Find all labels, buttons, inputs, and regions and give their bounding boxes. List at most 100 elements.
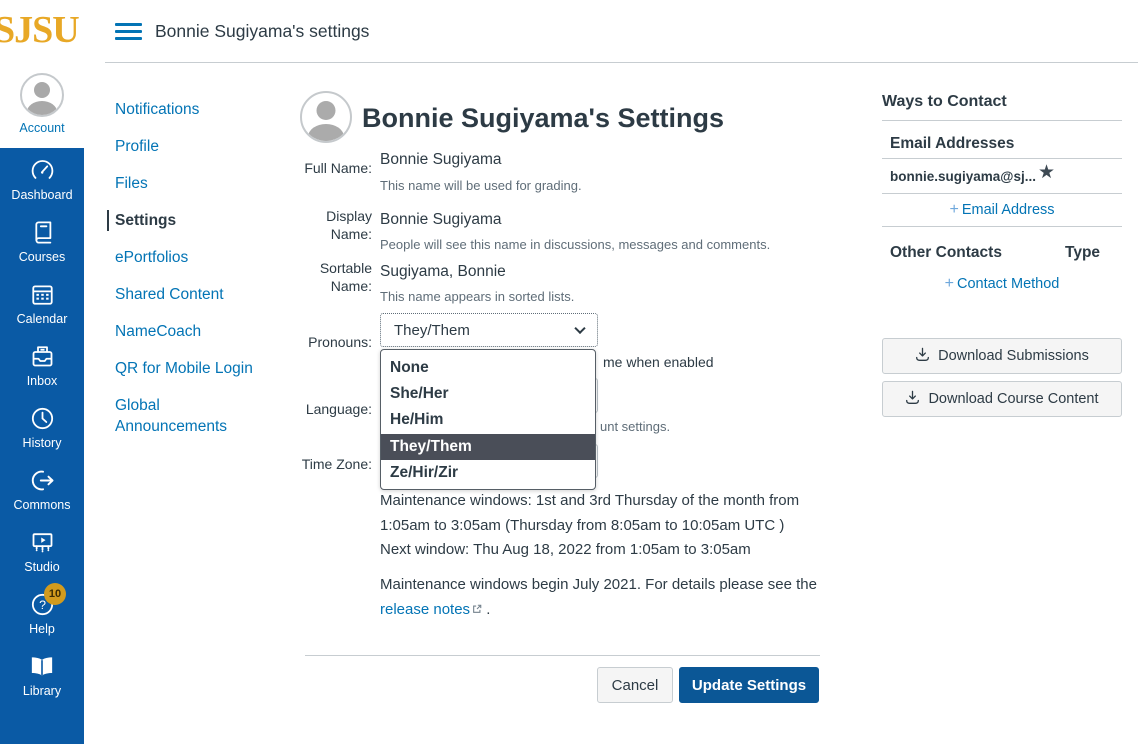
download-icon bbox=[905, 390, 920, 409]
add-email-address-link[interactable]: +Email Address bbox=[882, 201, 1122, 219]
top-bar: Bonnie Sugiyama's settings bbox=[84, 0, 1138, 63]
download-course-content-button[interactable]: Download Course Content bbox=[882, 381, 1122, 417]
pronoun-option-she-her[interactable]: She/Her bbox=[381, 381, 595, 407]
dashboard-icon bbox=[29, 157, 56, 184]
pronoun-option-they-them[interactable]: They/Them bbox=[381, 434, 595, 460]
maintenance-line1: Maintenance windows: 1st and 3rd Thursda… bbox=[380, 492, 799, 534]
plus-icon: + bbox=[945, 275, 954, 292]
settings-nav-shared-content[interactable]: Shared Content bbox=[107, 284, 285, 305]
sidebar-item-label: Dashboard bbox=[11, 188, 72, 202]
download-submissions-button[interactable]: Download Submissions bbox=[882, 338, 1122, 374]
brand-logo[interactable]: SJSU bbox=[0, 0, 84, 60]
settings-main: Bonnie Sugiyama's Settings Full Name: Bo… bbox=[300, 85, 865, 725]
settings-heading: Bonnie Sugiyama's Settings bbox=[362, 103, 724, 134]
courses-icon bbox=[29, 219, 56, 246]
default-email-star-icon[interactable]: ★ bbox=[1038, 161, 1055, 184]
form-divider bbox=[305, 655, 820, 656]
maintenance-line2: Next window: Thu Aug 18, 2022 from 1:05a… bbox=[380, 538, 832, 563]
plus-icon: + bbox=[949, 201, 958, 218]
add-email-label: Email Address bbox=[962, 202, 1055, 218]
download-course-content-label: Download Course Content bbox=[928, 391, 1098, 407]
settings-nav-notifications[interactable]: Notifications bbox=[107, 99, 285, 120]
sidebar-item-commons[interactable]: Commons bbox=[0, 458, 84, 520]
type-column-heading: Type bbox=[1065, 244, 1100, 262]
other-contacts-heading: Other Contacts bbox=[890, 244, 1002, 262]
sidebar-item-history[interactable]: History bbox=[0, 396, 84, 458]
library-icon bbox=[28, 652, 56, 680]
update-settings-button[interactable]: Update Settings bbox=[679, 667, 819, 703]
sjsu-logo: SJSU bbox=[0, 8, 79, 52]
time-zone-label: Time Zone: bbox=[300, 455, 372, 473]
divider bbox=[882, 193, 1122, 194]
display-name-value: Bonnie Sugiyama bbox=[380, 211, 502, 229]
sidebar-item-label: Courses bbox=[19, 250, 66, 264]
sidebar-item-studio[interactable]: Studio bbox=[0, 520, 84, 582]
pronouns-hint-fragment: me when enabled bbox=[603, 354, 714, 370]
settings-nav-global-announcements[interactable]: Global Announcements bbox=[107, 395, 237, 437]
account-label: Account bbox=[19, 121, 64, 135]
settings-nav-namecoach[interactable]: NameCoach bbox=[107, 321, 285, 342]
pronoun-option-he-him[interactable]: He/Him bbox=[381, 407, 595, 433]
settings-nav-qr-mobile-login[interactable]: QR for Mobile Login bbox=[107, 358, 285, 379]
sortable-name-hint: This name appears in sorted lists. bbox=[380, 289, 574, 304]
history-icon bbox=[29, 405, 56, 432]
help-count-badge: 10 bbox=[44, 583, 66, 605]
calendar-icon bbox=[29, 281, 56, 308]
pronoun-option-ze-hir-zir[interactable]: Ze/Hir/Zir bbox=[381, 460, 595, 486]
header-divider bbox=[105, 62, 1138, 63]
sidebar-item-help[interactable]: ? 10 Help bbox=[0, 582, 84, 644]
svg-text:?: ? bbox=[39, 598, 46, 612]
pronouns-select[interactable]: They/Them bbox=[380, 313, 598, 347]
full-name-label: Full Name: bbox=[300, 159, 372, 177]
sidebar-item-dashboard[interactable]: Dashboard bbox=[0, 148, 84, 210]
add-contact-method-link[interactable]: +Contact Method bbox=[882, 275, 1122, 293]
studio-icon bbox=[29, 529, 56, 556]
inbox-icon bbox=[29, 343, 56, 370]
hamburger-menu-icon[interactable] bbox=[115, 23, 142, 44]
maintenance-note-text: Maintenance windows begin July 2021. For… bbox=[380, 576, 817, 593]
sidebar-item-label: Library bbox=[23, 684, 61, 698]
sidebar-item-label: History bbox=[23, 436, 62, 450]
pronouns-label: Pronouns: bbox=[300, 333, 372, 351]
pronouns-dropdown-menu: None She/Her He/Him They/Them Ze/Hir/Zir bbox=[380, 349, 596, 490]
pronoun-option-none[interactable]: None bbox=[381, 355, 595, 381]
divider bbox=[882, 226, 1122, 227]
settings-nav-files[interactable]: Files bbox=[107, 173, 285, 194]
settings-nav: Notifications Profile Files Settings ePo… bbox=[107, 99, 285, 453]
full-name-value: Bonnie Sugiyama bbox=[380, 151, 502, 169]
sidebar-item-account[interactable]: Account bbox=[0, 60, 84, 148]
sidebar-item-label: Inbox bbox=[27, 374, 58, 388]
settings-nav-profile[interactable]: Profile bbox=[107, 136, 285, 157]
sidebar-item-label: Calendar bbox=[17, 312, 68, 326]
sidebar-item-courses[interactable]: Courses bbox=[0, 210, 84, 272]
divider bbox=[882, 120, 1122, 121]
maintenance-note-suffix: . bbox=[482, 601, 490, 618]
display-name-hint: People will see this name in discussions… bbox=[380, 237, 770, 252]
cancel-button[interactable]: Cancel bbox=[597, 667, 673, 703]
add-contact-label: Contact Method bbox=[957, 276, 1059, 292]
language-label: Language: bbox=[300, 400, 372, 418]
release-notes-link[interactable]: release notes bbox=[380, 601, 470, 618]
sidebar-item-label: Commons bbox=[14, 498, 71, 512]
sortable-name-value: Sugiyama, Bonnie bbox=[380, 263, 506, 281]
sidebar-item-label: Help bbox=[29, 622, 55, 636]
settings-nav-eportfolios[interactable]: ePortfolios bbox=[107, 247, 285, 268]
language-hint-fragment: unt settings. bbox=[600, 419, 670, 434]
sidebar-item-inbox[interactable]: Inbox bbox=[0, 334, 84, 396]
sidebar-item-calendar[interactable]: Calendar bbox=[0, 272, 84, 334]
settings-nav-settings[interactable]: Settings bbox=[107, 210, 285, 231]
download-submissions-label: Download Submissions bbox=[938, 348, 1089, 364]
contact-panel-title: Ways to Contact bbox=[882, 93, 1007, 111]
display-name-label: Display Name: bbox=[300, 207, 372, 243]
account-avatar-icon bbox=[20, 73, 64, 117]
sidebar-item-library[interactable]: Library bbox=[0, 644, 84, 706]
download-icon bbox=[915, 347, 930, 366]
profile-avatar[interactable] bbox=[300, 91, 352, 143]
global-nav-top: SJSU Account bbox=[0, 0, 84, 148]
chevron-down-icon bbox=[574, 323, 585, 334]
email-addresses-heading: Email Addresses bbox=[890, 135, 1014, 153]
global-nav: SJSU Account Dashboard Courses bbox=[0, 0, 84, 744]
pronouns-select-value: They/Them bbox=[394, 322, 470, 339]
sidebar-item-label: Studio bbox=[24, 560, 59, 574]
email-address-value[interactable]: bonnie.sugiyama@sj... bbox=[890, 169, 1036, 184]
